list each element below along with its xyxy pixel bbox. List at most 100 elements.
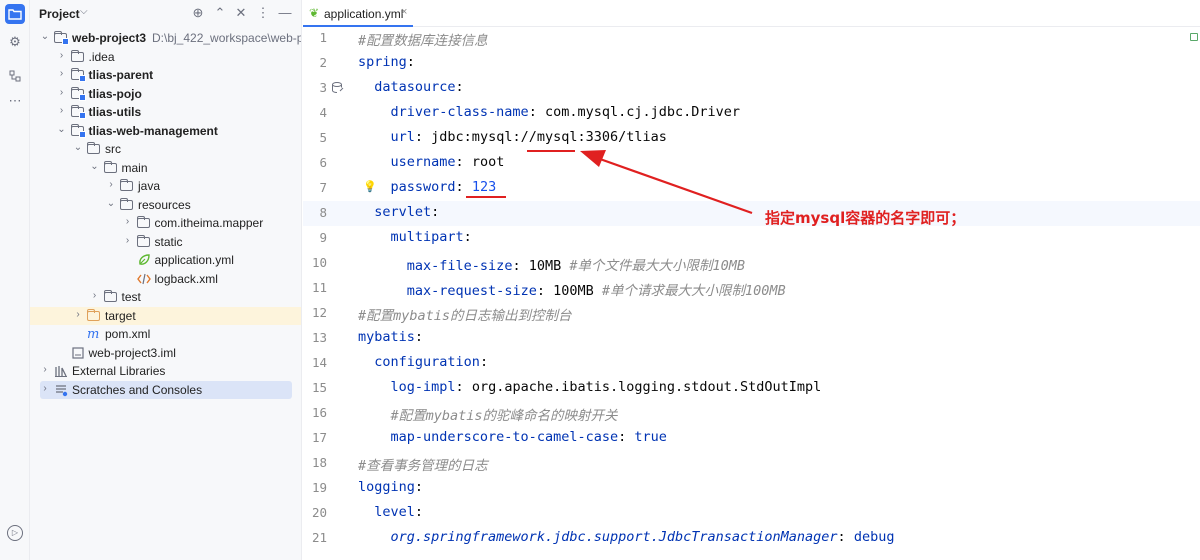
tree-item-pom-xml[interactable]: m pom.xml xyxy=(30,325,301,344)
module-folder-icon xyxy=(70,86,86,101)
code-text: driver-class-name: com.mysql.cj.jdbc.Dri… xyxy=(358,104,741,120)
folder-icon xyxy=(87,142,100,154)
chevron-down-icon[interactable]: ⌄ xyxy=(90,161,100,172)
code-token: multipart xyxy=(390,229,464,245)
chevron-right-icon[interactable]: › xyxy=(40,364,50,375)
code-text: #配置数据库连接信息 xyxy=(358,29,488,49)
code-line[interactable]: 9 multipart: xyxy=(303,226,1200,251)
code-line[interactable]: 10 max-file-size: 10MB #单个文件最大大小限制10MB xyxy=(303,251,1200,276)
code-line[interactable]: 2 spring: xyxy=(303,51,1200,76)
tree-item-label: tlias-parent xyxy=(88,68,154,82)
tree-item-scratches-and-consoles[interactable]: › Scratches and Consoles xyxy=(40,380,292,399)
tree-item-com-itheima-mapper[interactable]: › com.itheima.mapper xyxy=(30,214,301,233)
tree-item-idea[interactable]: › .idea xyxy=(30,48,301,67)
chevron-right-icon[interactable]: › xyxy=(57,68,67,79)
tree-item-src[interactable]: ⌄ src xyxy=(30,140,301,159)
code-text: username: root xyxy=(358,154,505,170)
tree-item-tlias-pojo[interactable]: › tlias-pojo xyxy=(30,85,301,104)
code-token: debug xyxy=(853,529,895,545)
code-line[interactable]: 1 #配置数据库连接信息 xyxy=(303,26,1200,51)
datasource-gutter-icon[interactable] xyxy=(331,81,345,95)
tree-item-resources[interactable]: ⌄ resources xyxy=(30,196,301,215)
tree-item-tlias-web-management[interactable]: ⌄ tlias-web-management xyxy=(30,122,301,141)
options-menu-icon[interactable]: ⋮ xyxy=(255,5,271,21)
code-line[interactable]: 13 mybatis: xyxy=(303,326,1200,351)
close-icon[interactable]: × xyxy=(401,6,407,18)
tree-item-label: com.itheima.mapper xyxy=(154,216,264,230)
code-line[interactable]: 7 💡 password: 123 xyxy=(303,176,1200,201)
hide-panel-icon[interactable]: — xyxy=(277,5,293,21)
code-text: datasource: xyxy=(358,79,463,95)
code-text: map-underscore-to-camel-case: true xyxy=(358,429,667,445)
project-tool-window-icon[interactable] xyxy=(5,4,25,24)
tree-item-external-libraries[interactable]: › External Libraries xyxy=(30,362,301,381)
inspection-ok-icon[interactable] xyxy=(1190,33,1198,41)
code-token: servlet xyxy=(374,204,432,220)
expand-all-icon[interactable]: ⌃ xyxy=(212,5,228,21)
tree-item-tlias-parent[interactable]: › tlias-parent xyxy=(30,66,301,85)
code-line[interactable]: 11 max-request-size: 100MB #单个请求最大大小限制10… xyxy=(303,276,1200,301)
code-line[interactable]: 20 level: xyxy=(303,501,1200,526)
code-line[interactable]: 17 map-underscore-to-camel-case: true xyxy=(303,426,1200,451)
chevron-down-icon[interactable]: ⌄ xyxy=(106,198,116,209)
run-icon[interactable]: ▷ xyxy=(7,525,23,541)
spring-yaml-icon xyxy=(137,253,151,267)
chevron-right-icon[interactable]: › xyxy=(73,309,83,320)
module-folder-icon xyxy=(70,123,86,138)
chevron-down-icon[interactable]: ⌄ xyxy=(57,124,67,135)
project-panel-title[interactable]: Project xyxy=(39,7,80,21)
code-token: com.mysql.cj.jdbc.Driver xyxy=(544,104,741,120)
chevron-down-icon[interactable]: ⌵ xyxy=(80,6,88,17)
code-line[interactable]: 8 servlet: xyxy=(303,201,1200,226)
tree-item-logback-xml[interactable]: logback.xml xyxy=(30,270,301,289)
tree-item-web-project3-iml[interactable]: web-project3.iml xyxy=(30,344,301,363)
collapse-all-icon[interactable]: ✕ xyxy=(233,5,249,21)
chevron-down-icon[interactable]: ⌄ xyxy=(40,31,50,42)
code-line[interactable]: 3 datasource: xyxy=(303,76,1200,101)
line-number: 1 xyxy=(319,30,327,45)
chevron-right-icon[interactable]: › xyxy=(90,290,100,301)
locate-icon[interactable]: ⊕ xyxy=(190,5,206,21)
chevron-right-icon[interactable]: › xyxy=(57,87,67,98)
code-line[interactable]: 18 #查看事务管理的日志 xyxy=(303,451,1200,476)
chevron-right-icon[interactable]: › xyxy=(57,50,67,61)
code-text: level: xyxy=(358,504,423,520)
chevron-right-icon[interactable]: › xyxy=(40,383,50,394)
excluded-folder-icon xyxy=(87,308,100,321)
code-token: : xyxy=(431,204,440,220)
code-line[interactable]: 6 username: root xyxy=(303,151,1200,176)
tree-item-test[interactable]: › test xyxy=(30,288,301,307)
tree-item-static[interactable]: › static xyxy=(30,233,301,252)
chevron-right-icon[interactable]: › xyxy=(106,179,116,190)
code-line[interactable]: 5 url: jdbc:mysql://mysql:3306/tlias xyxy=(303,126,1200,151)
tree-item-web-project3[interactable]: ⌄ web-project3 D:\bj_422_workspace\web-pro xyxy=(30,29,301,48)
chevron-right-icon[interactable]: › xyxy=(123,235,133,246)
code-token: spring xyxy=(358,54,407,70)
code-line[interactable]: 16 #配置mybatis的驼峰命名的映射开关 xyxy=(303,401,1200,426)
code-token: #配置数据库连接信息 xyxy=(358,33,488,49)
more-tool-windows-icon[interactable]: ⋯ xyxy=(5,91,25,111)
chevron-down-icon[interactable]: ⌄ xyxy=(73,142,83,153)
line-number: 14 xyxy=(311,355,327,370)
code-line[interactable]: 15 log-impl: org.apache.ibatis.logging.s… xyxy=(303,376,1200,401)
code-line[interactable]: 14 configuration: xyxy=(303,351,1200,376)
tree-item-application-yml[interactable]: application.yml xyxy=(30,251,301,270)
code-editor[interactable]: 1 #配置数据库连接信息 2 spring: 3 datasource: 4 driver… xyxy=(303,27,1200,560)
code-line[interactable]: 19 logging: xyxy=(303,476,1200,501)
code-line[interactable]: 12 #配置mybatis的日志输出到控制台 xyxy=(303,301,1200,326)
structure-icon[interactable] xyxy=(5,66,25,86)
chevron-right-icon[interactable]: › xyxy=(57,105,67,116)
code-token: jdbc:mysql://mysql:3306/tlias xyxy=(431,129,667,145)
code-line[interactable]: 21 org.springframework.jdbc.support.Jdbc… xyxy=(303,526,1200,551)
chevron-right-icon[interactable]: › xyxy=(123,216,133,227)
services-icon[interactable]: ⚙ xyxy=(5,32,25,52)
tab-application-yml[interactable]: ❦ application.yml × xyxy=(303,0,413,27)
tree-item-main[interactable]: ⌄ main xyxy=(30,159,301,178)
tree-item-tlias-utils[interactable]: › tlias-utils xyxy=(30,103,301,122)
code-line[interactable]: 4 driver-class-name: com.mysql.cj.jdbc.D… xyxy=(303,101,1200,126)
line-number: 6 xyxy=(319,155,327,170)
tree-item-java[interactable]: › java xyxy=(30,177,301,196)
annotation-underline-mysql xyxy=(527,150,575,152)
tree-item-target[interactable]: › target xyxy=(30,306,301,325)
